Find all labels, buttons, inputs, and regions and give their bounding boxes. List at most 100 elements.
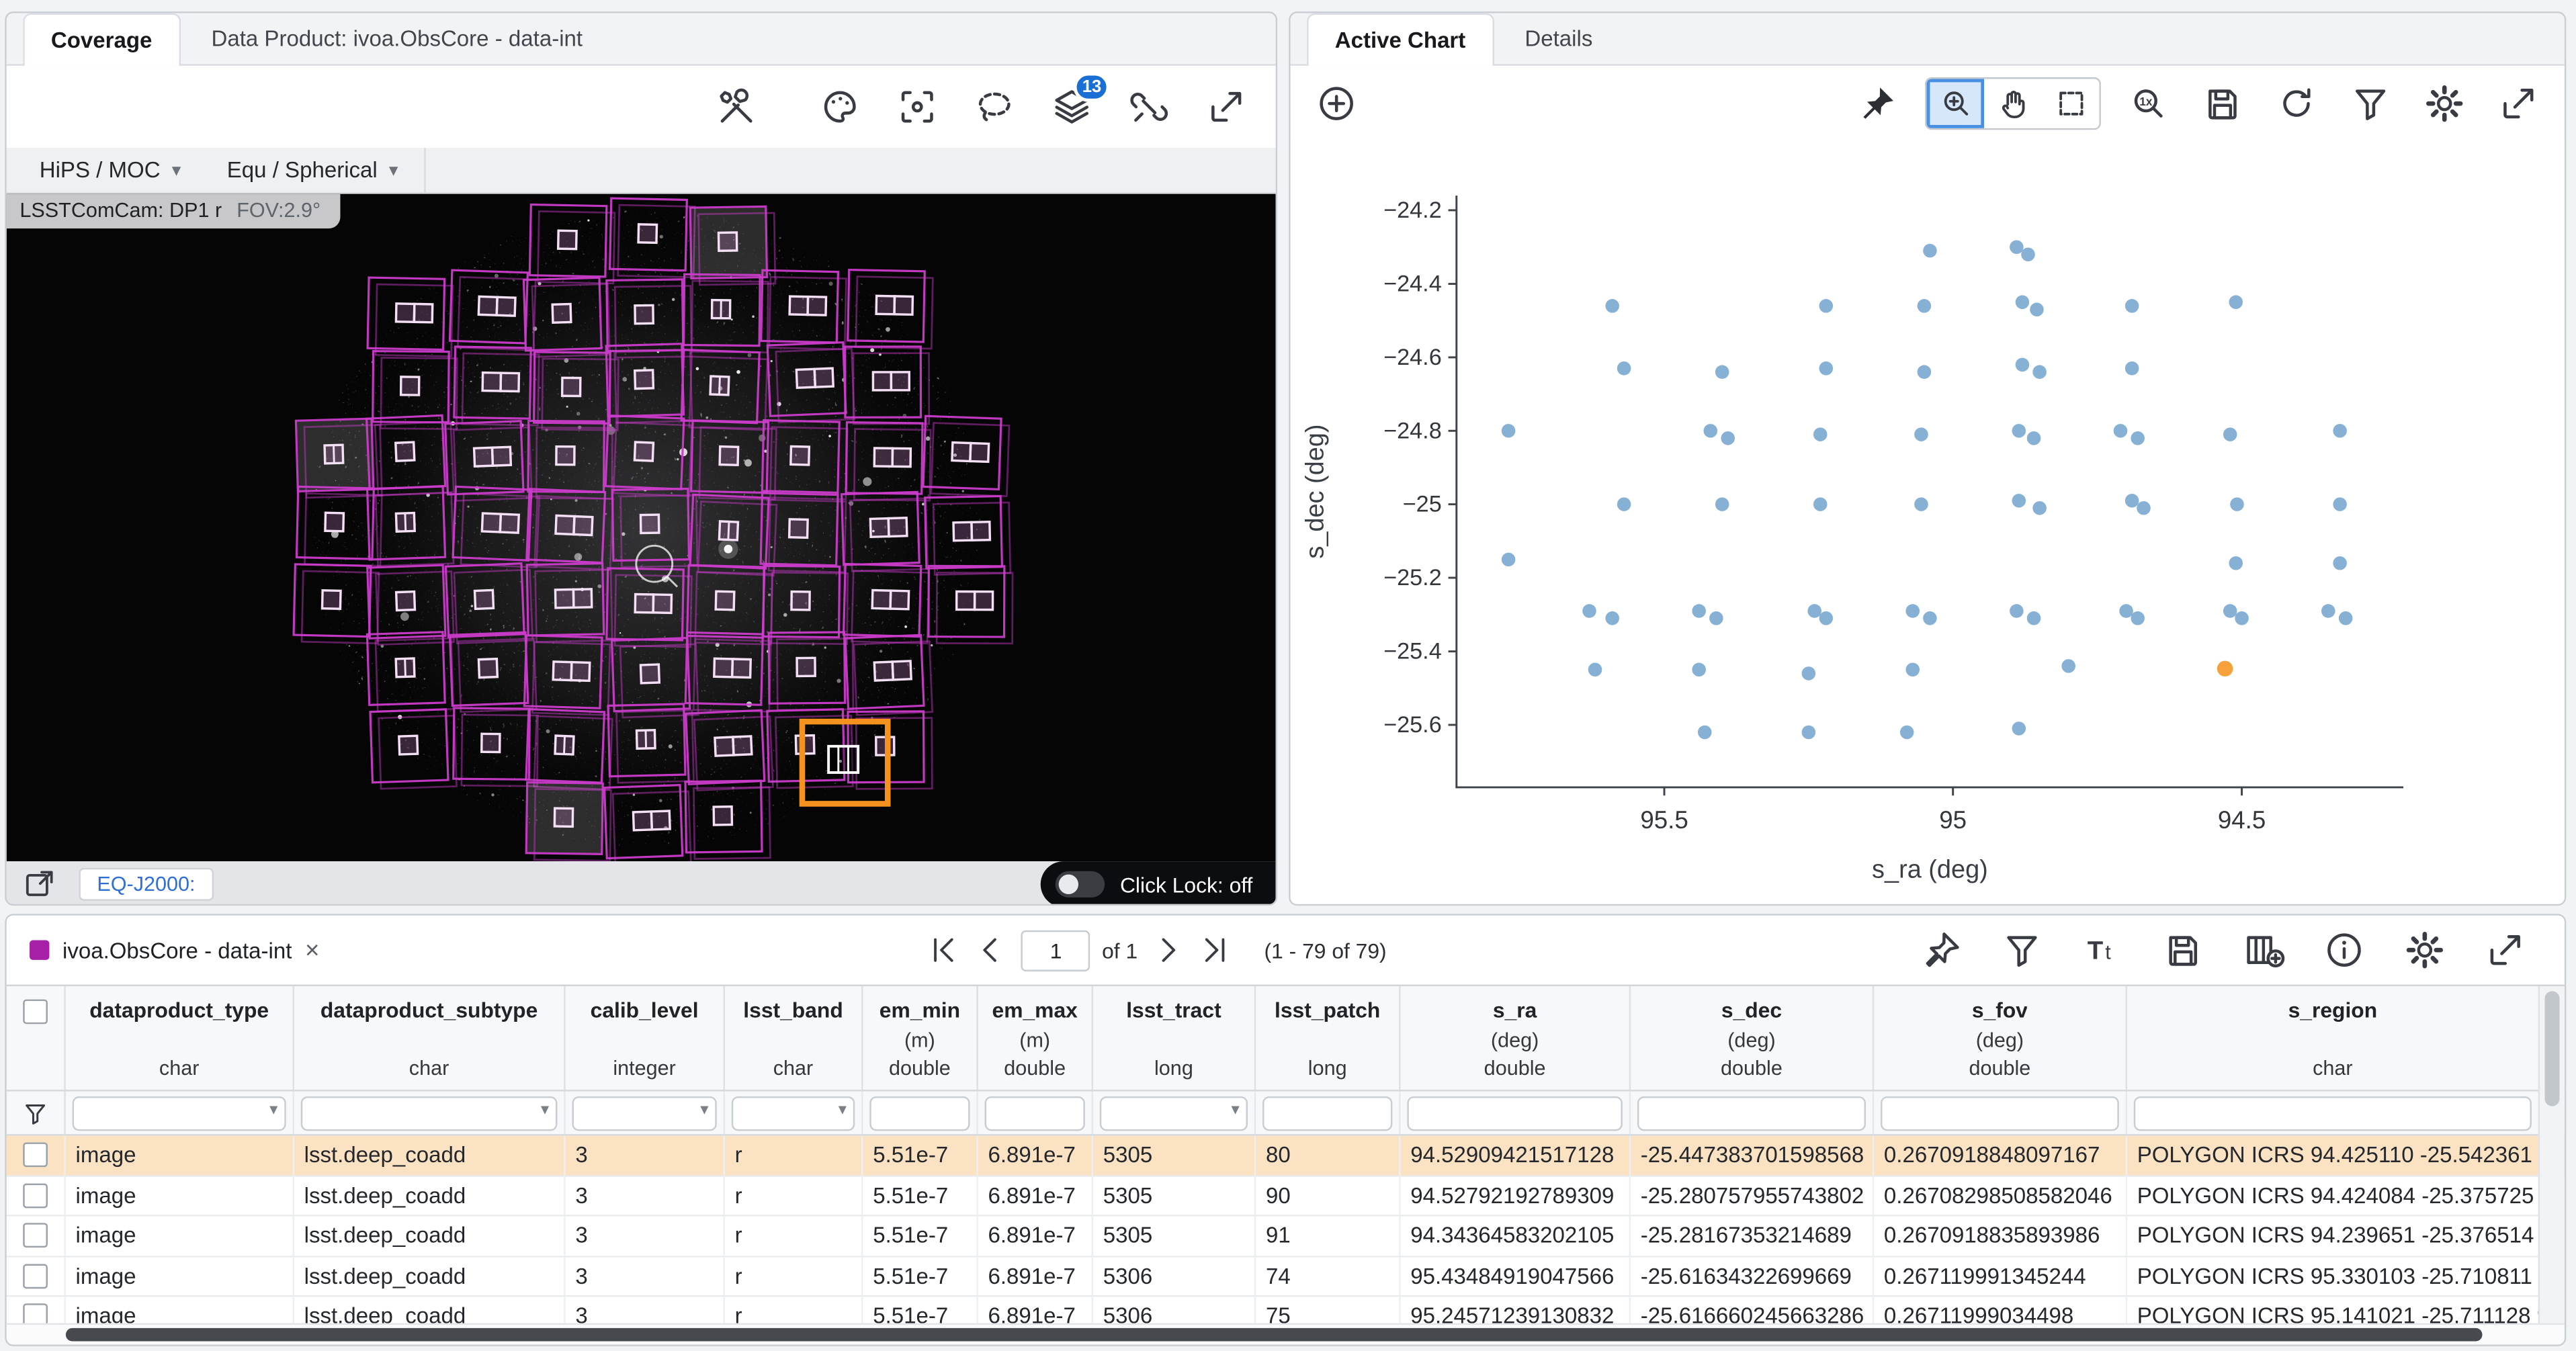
vertical-scrollbar[interactable] xyxy=(2538,986,2565,1325)
coverage-map-canvas[interactable] xyxy=(7,194,1276,861)
cell-s_fov: 0.2670918848097167 xyxy=(1874,1136,2127,1174)
select-all-checkbox[interactable] xyxy=(23,1000,48,1025)
filter-input-lsst_tract[interactable]: ▾ xyxy=(1100,1096,1248,1130)
layers-button[interactable]: 13 xyxy=(1045,81,1098,133)
svg-text:95: 95 xyxy=(1939,806,1967,834)
click-lock-toggle[interactable]: Click Lock: off xyxy=(1041,861,1276,906)
scatter-chart[interactable]: −24.2−24.4−24.6−24.8−25−25.2−25.4−25.695… xyxy=(1291,141,2565,906)
table-row[interactable]: imagelsst.deep_coadd3r5.51e-76.891e-7530… xyxy=(7,1297,2565,1326)
column-header-calib_level[interactable]: calib_levelinteger xyxy=(566,986,725,1090)
pan-mode-button[interactable] xyxy=(1984,79,2042,128)
pin-table-button[interactable] xyxy=(1915,924,1967,976)
column-header-dataproduct_type[interactable]: dataproduct_typechar xyxy=(66,986,294,1090)
filter-input-s_dec[interactable] xyxy=(1637,1096,1866,1130)
filter-input-calib_level[interactable]: ▾ xyxy=(572,1096,716,1130)
projection-dropdown[interactable]: Equ / Spherical ▾ xyxy=(207,148,417,192)
filter-input-em_max[interactable] xyxy=(985,1096,1085,1130)
column-header-dataproduct_subtype[interactable]: dataproduct_subtypechar xyxy=(294,986,566,1090)
chevron-down-icon: ▾ xyxy=(1232,1100,1240,1119)
cell-lsst_patch: 91 xyxy=(1256,1217,1400,1255)
coverage-statusbar: EQ-J2000: Click Lock: off xyxy=(7,861,1276,906)
filter-input-dataproduct_subtype[interactable]: ▾ xyxy=(301,1096,558,1130)
table-row[interactable]: imagelsst.deep_coadd3r5.51e-76.891e-7530… xyxy=(7,1217,2565,1257)
filter-input-s_fov[interactable] xyxy=(1881,1096,2119,1130)
column-header-lsst_tract[interactable]: lsst_tractlong xyxy=(1093,986,1256,1090)
add-column-button[interactable] xyxy=(2237,924,2290,976)
tab-active-chart[interactable]: Active Chart xyxy=(1307,13,1494,66)
column-header-s_fov[interactable]: s_fov(deg)double xyxy=(1874,986,2127,1090)
horizontal-scrollbar[interactable] xyxy=(7,1323,2565,1345)
scrollbar-thumb[interactable] xyxy=(2544,991,2559,1106)
open-viewer-button[interactable] xyxy=(19,865,59,904)
filter-input-lsst_patch[interactable] xyxy=(1262,1096,1392,1130)
pin-icon xyxy=(1856,82,1899,125)
column-header-lsst_band[interactable]: lsst_bandchar xyxy=(725,986,863,1090)
table-color-swatch xyxy=(30,941,49,960)
prev-page-button[interactable] xyxy=(974,932,1010,968)
unlink-button[interactable] xyxy=(1123,81,1175,133)
cell-dataproduct_subtype: lsst.deep_coadd xyxy=(294,1176,566,1215)
column-header-em_min[interactable]: em_min(m)double xyxy=(863,986,978,1090)
column-header-lsst_patch[interactable]: lsst_patchlong xyxy=(1256,986,1400,1090)
save-table-button[interactable] xyxy=(2157,924,2209,976)
filter-input-dataproduct_type[interactable]: ▾ xyxy=(73,1096,286,1130)
table-row[interactable]: imagelsst.deep_coadd3r5.51e-76.891e-7530… xyxy=(7,1176,2565,1217)
first-page-button[interactable] xyxy=(926,932,962,968)
cell-em_min: 5.51e-7 xyxy=(863,1217,978,1255)
region-select-button[interactable] xyxy=(968,81,1021,133)
scrollbar-thumb[interactable] xyxy=(66,1328,2483,1342)
row-checkbox[interactable] xyxy=(23,1264,48,1289)
tab-details[interactable]: Details xyxy=(1497,11,1621,64)
recenter-icon xyxy=(896,85,939,128)
expand-viewer-button[interactable] xyxy=(1200,81,1252,133)
coord-readout: EQ-J2000: xyxy=(79,868,213,901)
table-row[interactable]: imagelsst.deep_coadd3r5.51e-76.891e-7530… xyxy=(7,1136,2565,1176)
select-mode-button[interactable] xyxy=(2042,79,2100,128)
table-row[interactable]: imagelsst.deep_coadd3r5.51e-76.891e-7530… xyxy=(7,1257,2565,1297)
tools-button[interactable] xyxy=(710,81,763,133)
tab-coverage[interactable]: Coverage xyxy=(23,13,180,66)
tab-label: Active Chart xyxy=(1335,28,1466,53)
page-number-input[interactable] xyxy=(1021,930,1090,971)
filter-chart-button[interactable] xyxy=(2344,77,2397,130)
row-checkbox[interactable] xyxy=(23,1143,48,1168)
recenter-button[interactable] xyxy=(891,81,943,133)
table-settings-button[interactable] xyxy=(2399,924,2451,976)
coverage-options-row: HiPS / MOC ▾ Equ / Spherical ▾ xyxy=(7,148,1276,194)
tab-data-product[interactable]: Data Product: ivoa.ObsCore - data-int xyxy=(183,11,611,64)
last-page-button[interactable] xyxy=(1197,932,1233,968)
close-table-icon[interactable]: × xyxy=(305,936,319,964)
restore-chart-button[interactable] xyxy=(2270,77,2323,130)
filter-input-s_ra[interactable] xyxy=(1407,1096,1623,1130)
add-chart-button[interactable] xyxy=(1310,77,1363,130)
zoom-mode-button[interactable] xyxy=(1927,79,1985,128)
pin-chart-button[interactable] xyxy=(1851,77,1903,130)
cell-lsst_patch: 90 xyxy=(1256,1176,1400,1215)
filter-table-button[interactable] xyxy=(1995,924,2048,976)
table-body[interactable]: imagelsst.deep_coadd3r5.51e-76.891e-7530… xyxy=(7,1136,2565,1327)
hips-moc-dropdown[interactable]: HiPS / MOC ▾ xyxy=(19,148,200,192)
column-header-s_dec[interactable]: s_dec(deg)double xyxy=(1631,986,1874,1090)
chart-settings-button[interactable] xyxy=(2418,77,2471,130)
sky-view[interactable]: LSSTComCam: DP1 r FOV:2.9° xyxy=(7,194,1276,861)
column-header-s_ra[interactable]: s_ra(deg)double xyxy=(1401,986,1631,1090)
cell-s_fov: 0.26708298508582046 xyxy=(1874,1176,2127,1215)
column-header-s_region[interactable]: s_regionchar xyxy=(2127,986,2540,1090)
filter-input-lsst_band[interactable]: ▾ xyxy=(732,1096,855,1130)
expand-table-button[interactable] xyxy=(2479,924,2532,976)
toggle-knob[interactable] xyxy=(1056,871,1105,898)
zoom-original-button[interactable]: 1x xyxy=(2122,77,2175,130)
filter-funnel-cell[interactable] xyxy=(7,1092,66,1135)
table-info-button[interactable] xyxy=(2318,924,2370,976)
expand-chart-button[interactable] xyxy=(2492,77,2544,130)
next-page-button[interactable] xyxy=(1149,932,1185,968)
text-view-button[interactable]: T t xyxy=(2076,924,2129,976)
table-tab[interactable]: ivoa.ObsCore - data-int × xyxy=(23,936,326,964)
color-palette-button[interactable] xyxy=(814,81,866,133)
filter-input-em_min[interactable] xyxy=(869,1096,970,1130)
save-chart-button[interactable] xyxy=(2196,77,2249,130)
column-header-em_max[interactable]: em_max(m)double xyxy=(978,986,1093,1090)
row-checkbox[interactable] xyxy=(23,1183,48,1208)
row-checkbox[interactable] xyxy=(23,1223,48,1248)
filter-input-s_region[interactable] xyxy=(2134,1096,2532,1130)
